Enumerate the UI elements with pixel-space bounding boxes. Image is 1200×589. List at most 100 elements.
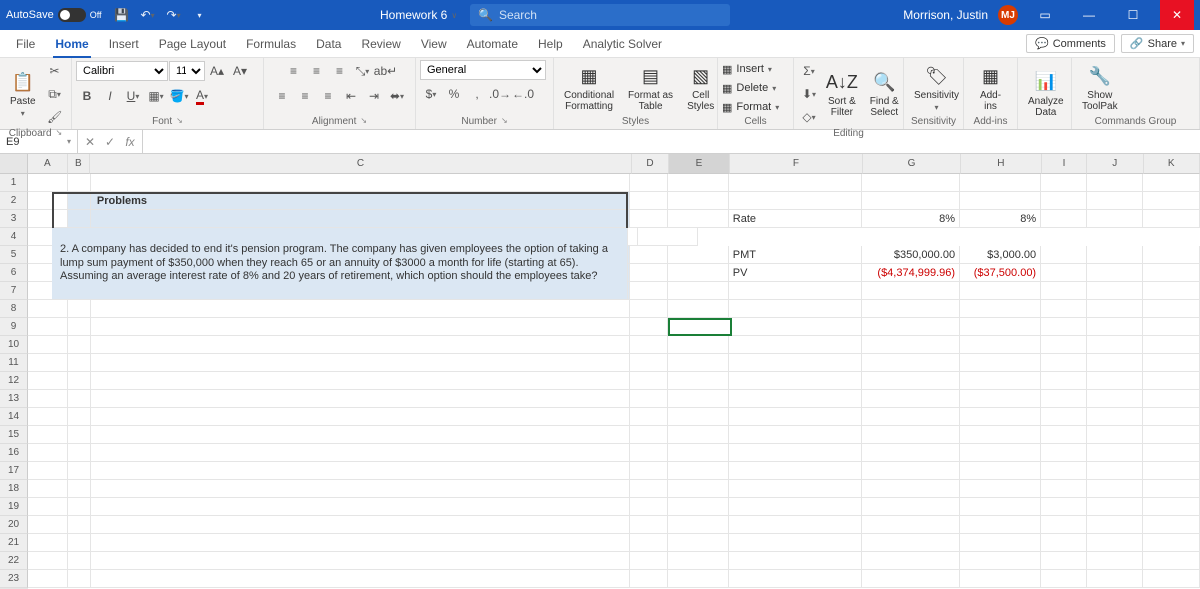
cell[interactable] — [1041, 534, 1086, 552]
cell[interactable] — [91, 318, 630, 336]
cell[interactable] — [28, 480, 68, 498]
cell[interactable] — [68, 210, 91, 228]
formula-input[interactable] — [143, 130, 1200, 153]
cell[interactable] — [68, 372, 91, 390]
cell[interactable] — [668, 192, 728, 210]
column-header-D[interactable]: D — [632, 154, 670, 174]
cell[interactable] — [668, 372, 728, 390]
column-header-B[interactable]: B — [68, 154, 91, 174]
increase-indent-icon[interactable]: ⇥ — [363, 85, 385, 107]
cell[interactable] — [960, 372, 1041, 390]
align-right-icon[interactable]: ≡ — [317, 85, 339, 107]
cell[interactable] — [68, 336, 91, 354]
cell[interactable] — [1041, 498, 1086, 516]
cell[interactable] — [1041, 264, 1086, 282]
cell[interactable] — [91, 174, 630, 192]
cell[interactable] — [1087, 426, 1144, 444]
comma-format-icon[interactable]: , — [466, 83, 488, 105]
cell[interactable] — [729, 192, 862, 210]
cell[interactable] — [960, 336, 1041, 354]
row-header[interactable]: 9 — [0, 318, 28, 336]
cell[interactable] — [1041, 426, 1086, 444]
cell[interactable] — [1143, 210, 1200, 228]
sort-filter-button[interactable]: A↓ZSort & Filter — [822, 68, 862, 120]
cell[interactable] — [1041, 390, 1086, 408]
cell[interactable] — [630, 246, 668, 264]
format-as-table-button[interactable]: ▤Format as Table — [622, 62, 679, 114]
accounting-format-icon[interactable]: $▾ — [420, 83, 442, 105]
cell[interactable] — [668, 210, 728, 228]
increase-font-icon[interactable]: A▴ — [206, 60, 228, 82]
cell[interactable] — [68, 174, 91, 192]
cell[interactable]: 8% — [862, 210, 960, 228]
row-header[interactable]: 16 — [0, 444, 28, 462]
cell[interactable]: 8% — [960, 210, 1041, 228]
cell[interactable] — [960, 426, 1041, 444]
cell[interactable] — [91, 390, 630, 408]
cell[interactable] — [28, 372, 68, 390]
cell[interactable] — [862, 570, 960, 588]
row-header[interactable]: 18 — [0, 480, 28, 498]
cell[interactable]: ($37,500.00) — [960, 264, 1041, 282]
cell[interactable] — [960, 516, 1041, 534]
cell[interactable]: Rate — [729, 210, 862, 228]
cell[interactable] — [1143, 246, 1200, 264]
cell[interactable] — [1087, 336, 1144, 354]
cell[interactable] — [68, 300, 91, 318]
cell[interactable] — [729, 516, 862, 534]
cell[interactable] — [1143, 282, 1200, 300]
tab-formulas[interactable]: Formulas — [236, 30, 306, 58]
cell[interactable] — [1087, 372, 1144, 390]
format-cells-button[interactable]: ▦ Format ▾ — [722, 98, 779, 116]
cell[interactable] — [729, 480, 862, 498]
align-top-icon[interactable]: ≡ — [283, 60, 305, 82]
cell[interactable] — [630, 570, 668, 588]
cell[interactable] — [1087, 174, 1144, 192]
cell[interactable] — [68, 462, 91, 480]
cell[interactable] — [1041, 174, 1086, 192]
cell[interactable] — [68, 498, 91, 516]
cell[interactable] — [630, 174, 668, 192]
cell[interactable] — [729, 426, 862, 444]
font-color-icon[interactable]: A▾ — [191, 85, 213, 107]
fill-color-icon[interactable]: 🪣▾ — [168, 85, 190, 107]
cell[interactable] — [668, 354, 728, 372]
cell[interactable] — [1041, 516, 1086, 534]
find-select-button[interactable]: 🔍Find & Select — [864, 68, 905, 120]
cell[interactable] — [630, 354, 668, 372]
cell[interactable] — [862, 282, 960, 300]
cell[interactable] — [1041, 354, 1086, 372]
qat-customize-icon[interactable]: ▾ — [190, 5, 210, 25]
cell[interactable] — [668, 390, 728, 408]
cell[interactable] — [1087, 552, 1144, 570]
minimize-icon[interactable]: — — [1072, 0, 1106, 30]
autosave-toggle[interactable]: AutoSave Off — [6, 8, 102, 22]
cell[interactable] — [1143, 480, 1200, 498]
cell[interactable] — [960, 354, 1041, 372]
cell[interactable] — [1143, 534, 1200, 552]
cell[interactable] — [1143, 498, 1200, 516]
cell[interactable] — [630, 498, 668, 516]
italic-button[interactable]: I — [99, 85, 121, 107]
cell[interactable] — [668, 318, 728, 336]
align-center-icon[interactable]: ≡ — [294, 85, 316, 107]
font-size-select[interactable]: 11 — [169, 61, 205, 81]
cell[interactable] — [28, 444, 68, 462]
wrap-text-icon[interactable]: ab↵ — [375, 60, 397, 82]
maximize-icon[interactable]: ☐ — [1116, 0, 1150, 30]
cell[interactable] — [1143, 354, 1200, 372]
cell[interactable] — [630, 300, 668, 318]
row-header[interactable]: 14 — [0, 408, 28, 426]
align-left-icon[interactable]: ≡ — [271, 85, 293, 107]
cell[interactable] — [91, 570, 630, 588]
cell[interactable] — [729, 282, 862, 300]
orientation-icon[interactable]: ⤡▾ — [352, 60, 374, 82]
row-header[interactable]: 19 — [0, 498, 28, 516]
column-header-C[interactable]: C — [90, 154, 632, 174]
row-header[interactable]: 21 — [0, 534, 28, 552]
close-icon[interactable]: ✕ — [1160, 0, 1194, 30]
cell[interactable] — [960, 552, 1041, 570]
cell[interactable] — [1143, 552, 1200, 570]
cell[interactable] — [1041, 462, 1086, 480]
dialog-launcher-icon[interactable]: ↘ — [56, 128, 63, 139]
